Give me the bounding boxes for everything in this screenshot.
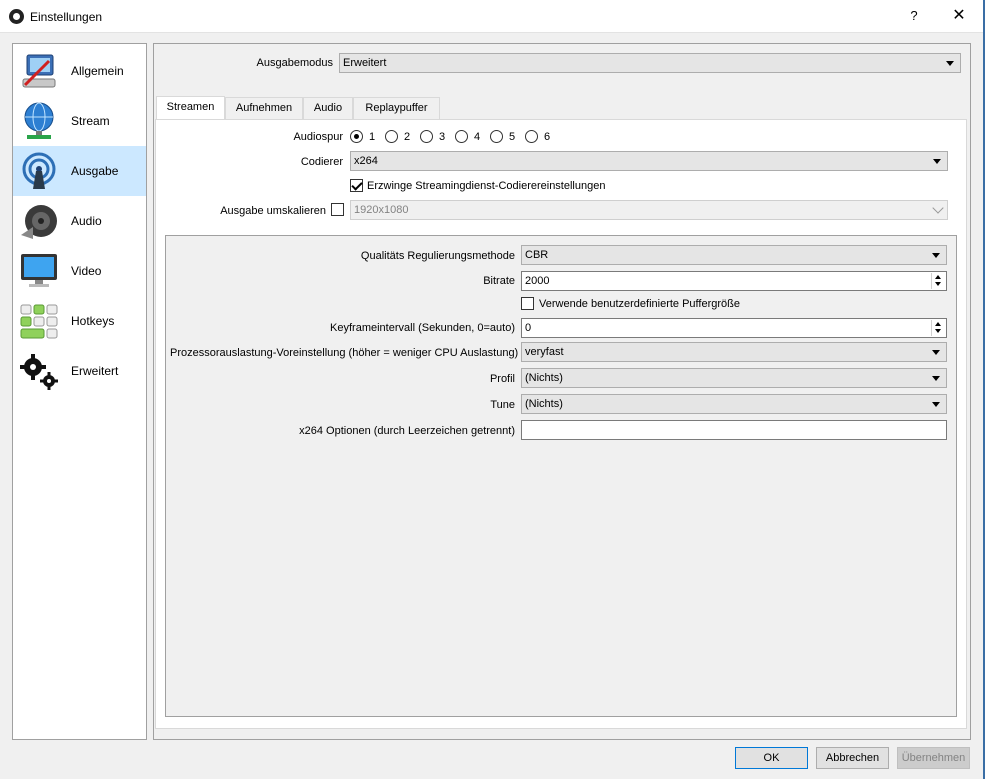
sidebar-item-stream[interactable]: Stream [13, 96, 146, 146]
spin-down-icon [935, 329, 941, 333]
sidebar-item-label: Erweitert [71, 364, 119, 378]
sidebar-item-video[interactable]: Video [13, 246, 146, 296]
chevron-down-icon [932, 202, 944, 214]
encoder-value: x264 [354, 155, 378, 167]
ok-button[interactable]: OK [735, 747, 808, 769]
sidebar-item-hotkeys[interactable]: Hotkeys [13, 296, 146, 346]
obs-app-icon [9, 9, 24, 24]
spin-buttons[interactable] [931, 320, 945, 336]
tune-label: Tune [490, 399, 515, 411]
general-computer-icon [22, 54, 56, 88]
output-mode-value: Erweitert [343, 57, 387, 69]
stream-globe-icon [24, 102, 54, 139]
sidebar-item-label: Hotkeys [71, 314, 115, 328]
spin-up-icon [935, 322, 941, 326]
custom-buffer-label: Verwende benutzerdefinierte Puffergröße [539, 298, 740, 310]
sidebar-item-ausgabe[interactable]: Ausgabe [13, 146, 146, 196]
x264-options-input[interactable] [521, 420, 947, 440]
keyboard-icon [20, 304, 58, 339]
title-bar: Einstellungen ? ✕ [0, 0, 985, 33]
output-mode-label: Ausgabemodus [256, 57, 333, 69]
audio-track-radio-2[interactable] [385, 130, 398, 143]
x264-options-label: x264 Optionen (durch Leerzeichen getrenn… [299, 425, 515, 437]
audio-track-radio-6[interactable] [525, 130, 538, 143]
sidebar-item-label: Audio [71, 214, 102, 228]
audio-track-radio-1[interactable] [350, 130, 363, 143]
tab-replaypuffer[interactable]: Replaypuffer [353, 97, 440, 119]
rescale-resolution-select[interactable]: 1920x1080 [350, 200, 948, 220]
sidebar-item-label: Stream [71, 114, 110, 128]
audio-track-radio-5[interactable] [490, 130, 503, 143]
profile-select[interactable]: (Nichts) [521, 368, 947, 388]
audio-track-radio-3[interactable] [420, 130, 433, 143]
audio-track-option-label: 5 [509, 131, 516, 143]
sidebar-item-audio[interactable]: Audio [13, 196, 146, 246]
chevron-down-icon [932, 402, 940, 407]
close-button[interactable]: ✕ [946, 6, 972, 26]
keyframe-interval-value: 0 [525, 322, 532, 334]
monitor-icon [21, 254, 57, 287]
rate-control-select[interactable]: CBR [521, 245, 947, 265]
gears-icon [20, 354, 58, 390]
tab-streamen[interactable]: Streamen [156, 96, 225, 120]
audio-track-label: Audiospur [293, 131, 343, 143]
audio-track-option-label: 3 [439, 131, 446, 143]
chevron-down-icon [946, 61, 954, 66]
bitrate-label: Bitrate [483, 275, 515, 287]
tab-audio[interactable]: Audio [303, 97, 353, 119]
rescale-output-label: Ausgabe umskalieren [220, 205, 326, 217]
chevron-down-icon [932, 376, 940, 381]
sidebar-item-label: Allgemein [71, 64, 124, 78]
sidebar-item-erweitert[interactable]: Erweitert [13, 346, 146, 396]
tune-select[interactable]: (Nichts) [521, 394, 947, 414]
spin-buttons[interactable] [931, 273, 945, 289]
spin-up-icon [935, 275, 941, 279]
custom-buffer-checkbox[interactable] [521, 297, 534, 310]
sidebar-item-allgemein[interactable]: Allgemein [13, 46, 146, 96]
rate-control-value: CBR [525, 249, 549, 261]
tune-value: (Nichts) [525, 398, 563, 410]
encoder-label: Codierer [300, 156, 343, 168]
chevron-down-icon [932, 350, 940, 355]
sidebar-item-label: Ausgabe [71, 164, 119, 178]
audio-track-radio-4[interactable] [455, 130, 468, 143]
cancel-button[interactable]: Abbrechen [816, 747, 889, 769]
audio-track-option-label: 6 [544, 131, 551, 143]
chevron-down-icon [932, 253, 940, 258]
tab-aufnehmen[interactable]: Aufnehmen [225, 97, 303, 119]
enforce-service-settings-label: Erzwinge Streamingdienst-Codierereinstel… [367, 180, 606, 192]
bitrate-spinbox[interactable]: 2000 [521, 271, 947, 291]
cpu-preset-label: Prozessorauslastung-Voreinstellung (höhe… [170, 347, 519, 359]
keyframe-interval-label: Keyframeintervall (Sekunden, 0=auto) [330, 322, 515, 334]
spin-down-icon [935, 282, 941, 286]
output-mode-select[interactable]: Erweitert [339, 53, 961, 73]
audio-track-option-label: 4 [474, 131, 481, 143]
window-title: Einstellungen [30, 10, 103, 24]
keyframe-interval-spinbox[interactable]: 0 [521, 318, 947, 338]
sidebar-item-label: Video [71, 264, 102, 278]
cpu-preset-value: veryfast [525, 346, 564, 358]
encoder-select[interactable]: x264 [350, 151, 948, 171]
rescale-output-checkbox[interactable] [331, 203, 344, 216]
speaker-icon [21, 205, 57, 239]
settings-sidebar: Allgemein Stream Ausgabe Audio Video Hot… [12, 43, 147, 740]
rate-control-label: Qualitäts Regulierungsmethode [360, 250, 515, 262]
profile-value: (Nichts) [525, 372, 563, 384]
bitrate-value: 2000 [525, 275, 550, 287]
output-broadcast-icon [22, 152, 56, 189]
apply-button[interactable]: Übernehmen [897, 747, 970, 769]
help-button[interactable]: ? [904, 6, 924, 26]
audio-track-option-label: 2 [404, 131, 411, 143]
audio-track-option-label: 1 [369, 131, 376, 143]
profile-label: Profil [489, 373, 515, 385]
chevron-down-icon [933, 159, 941, 164]
rescale-resolution-value: 1920x1080 [354, 204, 409, 216]
enforce-service-settings-checkbox[interactable] [350, 179, 363, 192]
cpu-preset-select[interactable]: veryfast [521, 342, 947, 362]
